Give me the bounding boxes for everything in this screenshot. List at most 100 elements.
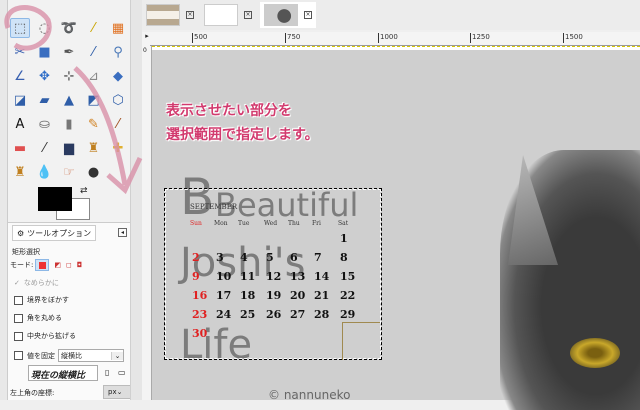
annotation-line-1: 表示させたい部分を [166,103,292,119]
eraser-tool-button[interactable]: ▬ [10,138,30,158]
antialias-checkbox[interactable]: ✓ [14,279,20,287]
ellipse-select-tool-button[interactable]: ◌ [35,18,55,38]
ruler-label: 1000 [378,33,398,43]
eraser-icon: ▬ [13,140,27,156]
perspective-tool-button[interactable]: ▲ [59,90,79,110]
clone-icon: ♜ [87,140,100,156]
mode-intersect-button[interactable]: ◘ [77,261,83,269]
dock-scrollbar[interactable] [130,0,142,400]
ruler-label: 0 [143,47,147,54]
color-picker-tool-button[interactable]: ⁄ [84,42,104,62]
text-tool-button[interactable]: A [10,114,30,134]
horizontal-ruler: 500 750 1000 1250 1500 [150,32,640,46]
mode-replace-button[interactable] [35,259,50,271]
paths-tool-button[interactable]: ✒ [59,42,79,62]
thumbnail [146,4,180,26]
flip-tool-button[interactable]: ◩ [84,90,104,110]
perspective-icon: ▲ [64,92,74,108]
dodge-burn-icon: ● [87,164,100,180]
landscape-icon[interactable]: ▭ [118,368,126,377]
paths-icon: ✒ [63,44,75,60]
rotate-icon: ◆ [113,68,123,84]
scissors-tool-button[interactable]: ✂ [10,42,30,62]
scissors-icon: ✂ [14,44,26,60]
unit-select[interactable]: px⌄ [103,385,133,399]
close-icon[interactable]: × [186,11,194,19]
image-tab-2[interactable]: × [200,2,256,28]
foreground-select-icon: ■ [38,44,51,60]
ratio-input[interactable]: 現在の縦横比 [28,365,98,381]
tab-tool-options[interactable]: ⚙ ツールオプション [12,225,97,241]
cage-tool-button[interactable]: ⬡ [108,90,128,110]
fixed-mode-select[interactable]: 縦横比 ⌄ [58,349,124,362]
ink-icon: ▆ [64,140,74,156]
color-select-tool-button[interactable]: ▦ [108,18,128,38]
airbrush-tool-button[interactable]: ⁄ [35,138,55,158]
image-tab-3[interactable]: × [260,2,316,28]
scale-icon: ◪ [13,92,27,108]
mode-label: モード: [10,261,34,269]
text-icon: A [15,116,25,132]
pencil-tool-button[interactable]: ✎ [84,114,104,134]
lasso-tool-button[interactable]: ➰ [59,18,79,38]
perspective-clone-tool-button[interactable]: ♜ [10,162,30,182]
cage-icon: ⬡ [112,92,124,108]
paintbrush-tool-button[interactable]: ⁄ [108,114,128,134]
fixed-label: 値を固定 [27,351,55,360]
dodge-burn-tool-button[interactable]: ● [84,162,104,182]
thumbnail [204,4,238,26]
move-tool-button[interactable]: ✥ [35,66,55,86]
smudge-icon: ☞ [63,164,75,180]
image-boundary [152,46,640,47]
measure-tool-button[interactable]: ∠ [10,66,30,86]
lasso-icon: ➰ [60,20,78,36]
ink-tool-button[interactable]: ▆ [59,138,79,158]
round-label: 角を丸める [27,314,62,322]
fuzzy-select-tool-button[interactable]: ⁄ [84,18,104,38]
feather-label: 境界をぼかす [27,296,69,304]
image-tabs: × × × [142,0,640,30]
portrait-icon[interactable]: ▯ [105,368,109,377]
zoom-tool-button[interactable]: ⚲ [108,42,128,62]
align-tool-button[interactable]: ⊹ [59,66,79,86]
rect-select-tool-button[interactable]: ⬚ [10,18,30,38]
expand-center-checkbox[interactable] [14,331,23,341]
round-corners-checkbox[interactable] [14,313,23,323]
tool-options-icon: ⚙ [17,228,25,238]
feather-checkbox[interactable] [14,295,23,305]
clone-tool-button[interactable]: ♜ [84,138,104,158]
antialias-label: なめらかに [23,279,59,287]
gradient-tool-button[interactable]: ▮ [59,114,79,134]
foreground-select-tool-button[interactable]: ■ [35,42,55,62]
image-tab-1[interactable]: × [142,2,198,28]
smudge-tool-button[interactable]: ☞ [59,162,79,182]
heal-tool-button[interactable]: ✚ [108,138,128,158]
mode-subtract-button[interactable]: ◻ [66,261,72,269]
bucket-fill-tool-button[interactable]: ⛀ [35,114,55,134]
ruler-label: 750 [285,33,301,43]
heal-icon: ✚ [112,140,124,156]
rotate-tool-button[interactable]: ◆ [108,66,128,86]
chevron-down-icon: ⌄ [111,351,123,360]
crop-tool-button[interactable]: ⊿ [84,66,104,86]
fixed-mode-value: 縦横比 [61,351,82,360]
fuzzy-select-icon: ⁄ [92,20,95,36]
swap-colors-icon[interactable]: ⇄ [80,186,88,196]
fixed-checkbox[interactable] [14,351,23,360]
blur-tool-button[interactable]: 💧 [35,162,55,182]
close-icon[interactable]: × [244,11,252,19]
ruler-label: 1500 [563,33,583,43]
blur-icon: 💧 [36,164,53,180]
tool-options-panel: ⚙ ツールオプション ◂ 矩形選択 モード: ◩ ◻ ◘ ✓ なめらかに 境界をぼ… [8,222,133,400]
shear-icon: ▰ [39,92,50,108]
measure-icon: ∠ [14,68,26,84]
mode-add-button[interactable]: ◩ [54,261,61,269]
crop-icon: ⊿ [88,68,99,84]
bucket-fill-icon: ⛀ [39,116,50,132]
ellipse-select-icon: ◌ [38,20,51,36]
close-icon[interactable]: × [304,11,312,19]
scale-tool-button[interactable]: ◪ [10,90,30,110]
panel-menu-icon[interactable]: ◂ [118,228,127,237]
shear-tool-button[interactable]: ▰ [35,90,55,110]
rectangle-selection[interactable] [164,188,382,360]
